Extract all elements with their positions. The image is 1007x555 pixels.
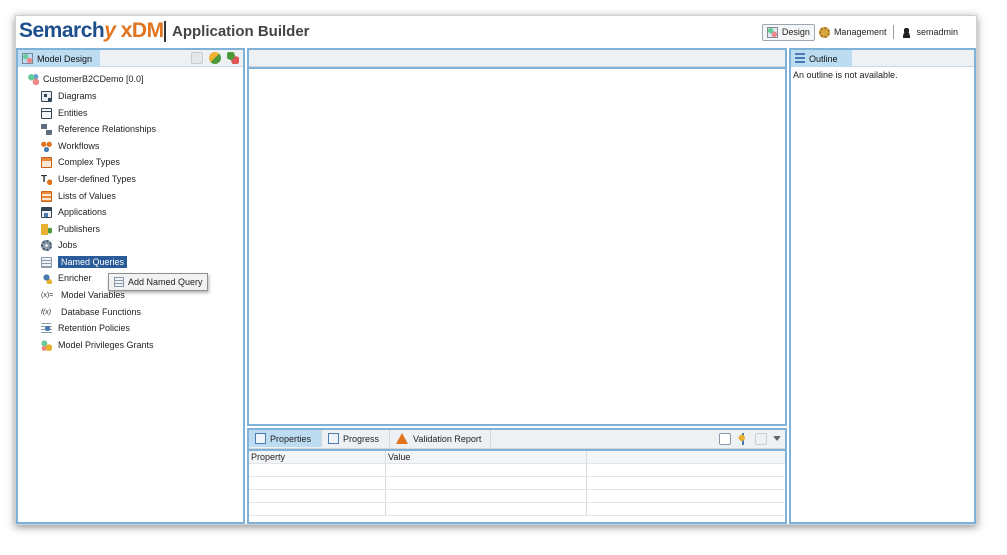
tab-outline[interactable]: Outline [791, 50, 852, 67]
column-header-extra [587, 451, 785, 463]
editor-canvas[interactable] [249, 67, 785, 424]
model-icon [22, 53, 33, 64]
function-icon: f(x) [41, 308, 52, 316]
outline-icon [795, 53, 805, 64]
tab-progress[interactable]: Progress [322, 430, 390, 447]
user-menu-button[interactable]: semadmin [897, 24, 962, 41]
context-menu-item-add-named-query[interactable]: Add Named Query [114, 277, 203, 287]
query-icon [41, 256, 52, 268]
properties-tabbar: Properties Progress Validation Report [249, 430, 785, 449]
new-model-icon[interactable] [191, 52, 203, 64]
workflow-icon [41, 140, 52, 152]
table-row [249, 464, 785, 477]
header: Semarchy xDM Application Builder Design … [16, 16, 976, 48]
complex-type-icon [41, 156, 52, 168]
categories-icon[interactable] [719, 433, 731, 445]
application-icon [41, 206, 52, 218]
context-menu: Add Named Query [108, 273, 208, 291]
logo-separator [164, 21, 166, 42]
nav-separator [893, 25, 895, 39]
tree-item-applications[interactable]: Applications [41, 205, 107, 219]
outline-panel: Outline An outline is not available. [789, 48, 976, 524]
model-design-tabbar: Model Design [18, 50, 243, 67]
tree-item-workflows[interactable]: Workflows [41, 139, 99, 153]
top-navigation: Design Management semadmin [761, 23, 962, 41]
tree-item-enricher[interactable]: Enricher [41, 271, 92, 285]
list-icon [41, 190, 52, 202]
view-menu-chevron-down-icon[interactable] [773, 436, 781, 441]
model-root-icon [28, 73, 39, 85]
restore-icon[interactable] [755, 433, 767, 445]
tab-properties[interactable]: Properties [249, 430, 322, 447]
tree-item-publishers[interactable]: Publishers [41, 222, 100, 236]
tree-item-database-functions[interactable]: f(x) Database Functions [41, 305, 141, 319]
column-header-property[interactable]: Property [249, 451, 386, 463]
outline-tabbar: Outline [791, 50, 974, 67]
tree-item-reference-relationships[interactable]: Reference Relationships [41, 122, 156, 136]
tree-item-jobs[interactable]: Jobs [41, 238, 77, 252]
tab-model-design[interactable]: Model Design [18, 50, 101, 67]
variable-icon: (x)= [41, 291, 54, 299]
column-header-value[interactable]: Value [386, 451, 587, 463]
enricher-icon [41, 272, 52, 284]
relationship-icon [41, 123, 52, 135]
model-design-toolbar [185, 52, 239, 64]
user-icon [901, 26, 913, 38]
deploy-icon[interactable] [227, 52, 239, 64]
tree-item-retention-policies[interactable]: Retention Policies [41, 321, 130, 335]
tree-item-complex-types[interactable]: Complex Types [41, 155, 120, 169]
tree-item-user-defined-types[interactable]: T User-defined Types [41, 172, 136, 186]
refresh-icon[interactable] [209, 52, 221, 64]
progress-icon [328, 433, 339, 444]
warning-icon [396, 433, 408, 444]
properties-toolbar [713, 433, 781, 445]
semarchy-logo: Semarchy xDM [19, 19, 164, 42]
retention-icon [41, 322, 52, 334]
properties-table: Property Value [249, 449, 785, 522]
app-window: Semarchy xDM Application Builder Design … [15, 15, 977, 525]
tree-item-named-queries[interactable]: Named Queries [41, 255, 128, 269]
tree-item-entities[interactable]: Entities [41, 106, 88, 120]
publisher-icon [41, 223, 52, 235]
filter-icon[interactable] [737, 433, 749, 445]
gear-icon [41, 239, 52, 251]
design-button[interactable]: Design [761, 23, 815, 41]
outline-message: An outline is not available. [793, 70, 898, 80]
tree-root-model[interactable]: CustomerB2CDemo [0.0] [28, 72, 144, 86]
tree-item-lists-of-values[interactable]: Lists of Values [41, 189, 116, 203]
tree-item-diagrams[interactable]: Diagrams [41, 89, 97, 103]
user-type-icon: T [41, 173, 52, 185]
table-row [249, 490, 785, 503]
model-tree: CustomerB2CDemo [0.0] Diagrams Entities … [18, 69, 243, 522]
tab-validation-report[interactable]: Validation Report [390, 430, 491, 447]
management-button[interactable]: Management [815, 24, 891, 41]
add-query-icon [114, 277, 124, 287]
properties-panel: Properties Progress Validation Report Pr… [247, 428, 787, 524]
editor-tabbar [249, 50, 785, 67]
privilege-icon [41, 339, 52, 351]
page-title: Application Builder [172, 23, 310, 40]
table-header-row: Property Value [249, 451, 785, 464]
editor-area [247, 48, 787, 426]
tree-item-model-privileges-grants[interactable]: Model Privileges Grants [41, 338, 154, 352]
gear-icon [818, 26, 830, 38]
entity-icon [41, 107, 52, 119]
properties-icon [255, 433, 266, 444]
design-icon [766, 26, 778, 38]
diagram-icon [41, 90, 52, 102]
table-row [249, 477, 785, 490]
table-row [249, 503, 785, 516]
